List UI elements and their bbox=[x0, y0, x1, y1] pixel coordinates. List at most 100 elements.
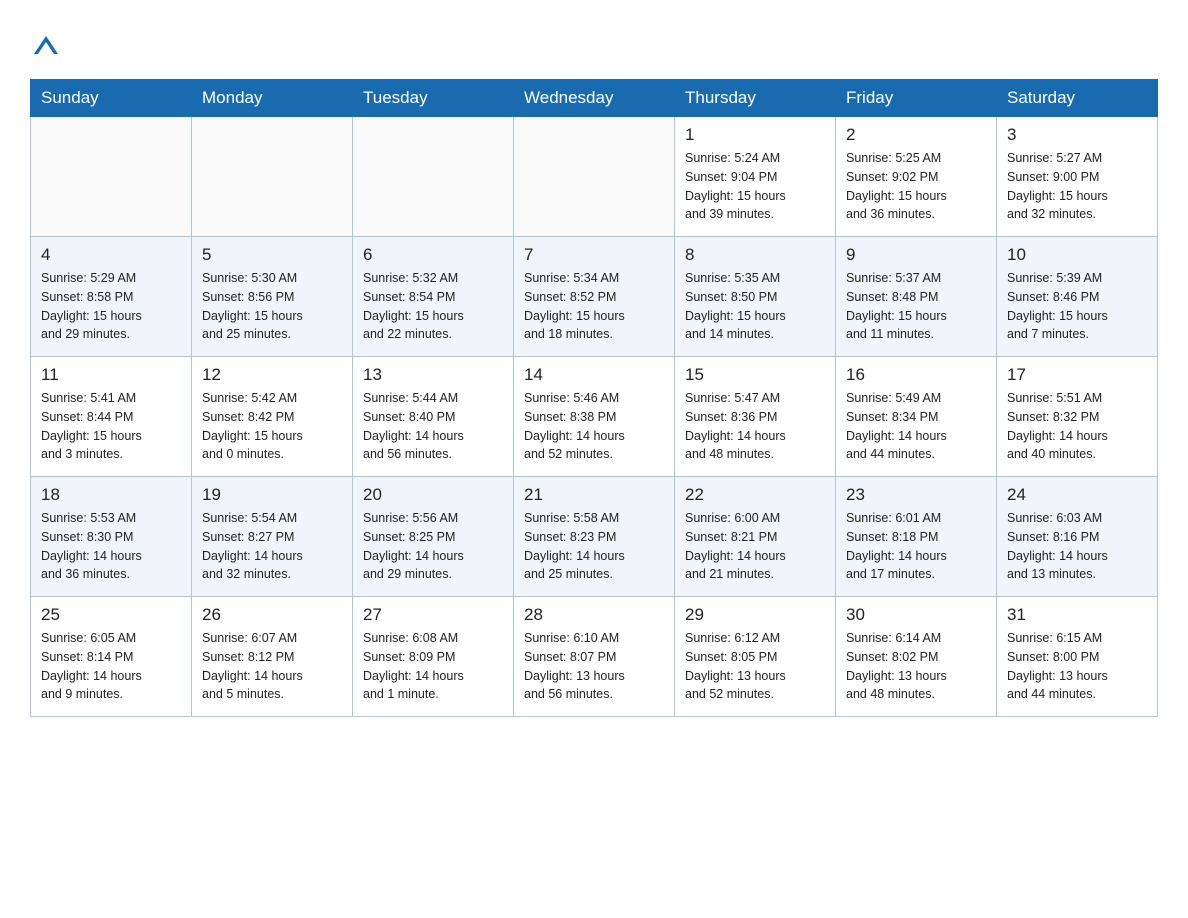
column-header-monday: Monday bbox=[192, 80, 353, 117]
day-number: 7 bbox=[524, 245, 664, 265]
day-number: 18 bbox=[41, 485, 181, 505]
day-number: 22 bbox=[685, 485, 825, 505]
day-info: Sunrise: 6:10 AMSunset: 8:07 PMDaylight:… bbox=[524, 629, 664, 704]
day-info: Sunrise: 6:00 AMSunset: 8:21 PMDaylight:… bbox=[685, 509, 825, 584]
calendar-cell: 20 Sunrise: 5:56 AMSunset: 8:25 PMDayligh… bbox=[353, 477, 514, 597]
calendar-cell: 1 Sunrise: 5:24 AMSunset: 9:04 PMDaylight… bbox=[675, 117, 836, 237]
calendar-cell: 17 Sunrise: 5:51 AMSunset: 8:32 PMDayligh… bbox=[997, 357, 1158, 477]
column-header-tuesday: Tuesday bbox=[353, 80, 514, 117]
day-info: Sunrise: 5:51 AMSunset: 8:32 PMDaylight:… bbox=[1007, 389, 1147, 464]
column-header-friday: Friday bbox=[836, 80, 997, 117]
calendar-cell: 26Sunrise: 6:07 AMSunset: 8:12 PMDayligh… bbox=[192, 597, 353, 717]
day-info: Sunrise: 6:15 AMSunset: 8:00 PMDaylight:… bbox=[1007, 629, 1147, 704]
calendar-cell: 28Sunrise: 6:10 AMSunset: 8:07 PMDayligh… bbox=[514, 597, 675, 717]
calendar-cell: 18Sunrise: 5:53 AMSunset: 8:30 PMDayligh… bbox=[31, 477, 192, 597]
calendar-week-row: 1 Sunrise: 5:24 AMSunset: 9:04 PMDaylight… bbox=[31, 117, 1158, 237]
day-number: 31 bbox=[1007, 605, 1147, 625]
calendar-cell bbox=[192, 117, 353, 237]
day-info: Sunrise: 6:14 AMSunset: 8:02 PMDaylight:… bbox=[846, 629, 986, 704]
calendar-cell: 13Sunrise: 5:44 AMSunset: 8:40 PMDayligh… bbox=[353, 357, 514, 477]
day-info: Sunrise: 5:32 AMSunset: 8:54 PMDaylight:… bbox=[363, 269, 503, 344]
day-info: Sunrise: 6:07 AMSunset: 8:12 PMDaylight:… bbox=[202, 629, 342, 704]
day-number: 2 bbox=[846, 125, 986, 145]
day-info: Sunrise: 6:01 AMSunset: 8:18 PMDaylight:… bbox=[846, 509, 986, 584]
calendar-cell: 11 Sunrise: 5:41 AMSunset: 8:44 PMDayligh… bbox=[31, 357, 192, 477]
calendar-week-row: 11 Sunrise: 5:41 AMSunset: 8:44 PMDayligh… bbox=[31, 357, 1158, 477]
calendar-cell: 29Sunrise: 6:12 AMSunset: 8:05 PMDayligh… bbox=[675, 597, 836, 717]
day-number: 17 bbox=[1007, 365, 1147, 385]
calendar-week-row: 25 Sunrise: 6:05 AMSunset: 8:14 PMDayligh… bbox=[31, 597, 1158, 717]
calendar-cell: 22 Sunrise: 6:00 AMSunset: 8:21 PMDayligh… bbox=[675, 477, 836, 597]
calendar-cell: 8 Sunrise: 5:35 AMSunset: 8:50 PMDaylight… bbox=[675, 237, 836, 357]
day-number: 30 bbox=[846, 605, 986, 625]
day-number: 8 bbox=[685, 245, 825, 265]
calendar-cell: 31 Sunrise: 6:15 AMSunset: 8:00 PMDayligh… bbox=[997, 597, 1158, 717]
day-number: 27 bbox=[363, 605, 503, 625]
day-number: 20 bbox=[363, 485, 503, 505]
day-info: Sunrise: 5:58 AMSunset: 8:23 PMDaylight:… bbox=[524, 509, 664, 584]
day-number: 15 bbox=[685, 365, 825, 385]
day-info: Sunrise: 5:56 AMSunset: 8:25 PMDaylight:… bbox=[363, 509, 503, 584]
calendar-cell: 6 Sunrise: 5:32 AMSunset: 8:54 PMDaylight… bbox=[353, 237, 514, 357]
calendar-cell: 21 Sunrise: 5:58 AMSunset: 8:23 PMDayligh… bbox=[514, 477, 675, 597]
day-info: Sunrise: 5:24 AMSunset: 9:04 PMDaylight:… bbox=[685, 149, 825, 224]
day-number: 29 bbox=[685, 605, 825, 625]
calendar-cell: 30 Sunrise: 6:14 AMSunset: 8:02 PMDayligh… bbox=[836, 597, 997, 717]
day-number: 9 bbox=[846, 245, 986, 265]
day-info: Sunrise: 6:03 AMSunset: 8:16 PMDaylight:… bbox=[1007, 509, 1147, 584]
calendar-cell: 7 Sunrise: 5:34 AMSunset: 8:52 PMDaylight… bbox=[514, 237, 675, 357]
logo bbox=[30, 30, 60, 59]
calendar-cell bbox=[31, 117, 192, 237]
calendar-cell: 5 Sunrise: 5:30 AMSunset: 8:56 PMDaylight… bbox=[192, 237, 353, 357]
day-info: Sunrise: 5:46 AMSunset: 8:38 PMDaylight:… bbox=[524, 389, 664, 464]
day-info: Sunrise: 5:35 AMSunset: 8:50 PMDaylight:… bbox=[685, 269, 825, 344]
day-info: Sunrise: 6:08 AMSunset: 8:09 PMDaylight:… bbox=[363, 629, 503, 704]
day-info: Sunrise: 5:42 AMSunset: 8:42 PMDaylight:… bbox=[202, 389, 342, 464]
column-header-thursday: Thursday bbox=[675, 80, 836, 117]
calendar-week-row: 4Sunrise: 5:29 AMSunset: 8:58 PMDaylight… bbox=[31, 237, 1158, 357]
day-number: 1 bbox=[685, 125, 825, 145]
day-number: 6 bbox=[363, 245, 503, 265]
day-number: 10 bbox=[1007, 245, 1147, 265]
calendar-cell: 12Sunrise: 5:42 AMSunset: 8:42 PMDayligh… bbox=[192, 357, 353, 477]
day-number: 16 bbox=[846, 365, 986, 385]
calendar-cell: 9 Sunrise: 5:37 AMSunset: 8:48 PMDaylight… bbox=[836, 237, 997, 357]
logo-triangle-icon bbox=[32, 32, 60, 58]
day-info: Sunrise: 5:39 AMSunset: 8:46 PMDaylight:… bbox=[1007, 269, 1147, 344]
calendar-cell: 15Sunrise: 5:47 AMSunset: 8:36 PMDayligh… bbox=[675, 357, 836, 477]
day-number: 25 bbox=[41, 605, 181, 625]
calendar-cell: 14Sunrise: 5:46 AMSunset: 8:38 PMDayligh… bbox=[514, 357, 675, 477]
day-info: Sunrise: 5:25 AMSunset: 9:02 PMDaylight:… bbox=[846, 149, 986, 224]
day-info: Sunrise: 5:37 AMSunset: 8:48 PMDaylight:… bbox=[846, 269, 986, 344]
day-number: 5 bbox=[202, 245, 342, 265]
calendar-cell bbox=[514, 117, 675, 237]
day-number: 11 bbox=[41, 365, 181, 385]
day-info: Sunrise: 5:41 AMSunset: 8:44 PMDaylight:… bbox=[41, 389, 181, 464]
day-info: Sunrise: 5:34 AMSunset: 8:52 PMDaylight:… bbox=[524, 269, 664, 344]
calendar-cell: 4Sunrise: 5:29 AMSunset: 8:58 PMDaylight… bbox=[31, 237, 192, 357]
day-number: 3 bbox=[1007, 125, 1147, 145]
day-info: Sunrise: 5:30 AMSunset: 8:56 PMDaylight:… bbox=[202, 269, 342, 344]
calendar-cell: 2 Sunrise: 5:25 AMSunset: 9:02 PMDaylight… bbox=[836, 117, 997, 237]
day-number: 19 bbox=[202, 485, 342, 505]
column-header-wednesday: Wednesday bbox=[514, 80, 675, 117]
column-header-sunday: Sunday bbox=[31, 80, 192, 117]
day-info: Sunrise: 5:29 AMSunset: 8:58 PMDaylight:… bbox=[41, 269, 181, 344]
day-info: Sunrise: 5:54 AMSunset: 8:27 PMDaylight:… bbox=[202, 509, 342, 584]
calendar-cell: 27 Sunrise: 6:08 AMSunset: 8:09 PMDayligh… bbox=[353, 597, 514, 717]
day-info: Sunrise: 6:05 AMSunset: 8:14 PMDaylight:… bbox=[41, 629, 181, 704]
day-number: 24 bbox=[1007, 485, 1147, 505]
day-info: Sunrise: 5:49 AMSunset: 8:34 PMDaylight:… bbox=[846, 389, 986, 464]
calendar-cell: 24 Sunrise: 6:03 AMSunset: 8:16 PMDayligh… bbox=[997, 477, 1158, 597]
day-info: Sunrise: 5:27 AMSunset: 9:00 PMDaylight:… bbox=[1007, 149, 1147, 224]
calendar-cell: 23 Sunrise: 6:01 AMSunset: 8:18 PMDayligh… bbox=[836, 477, 997, 597]
column-header-saturday: Saturday bbox=[997, 80, 1158, 117]
day-number: 21 bbox=[524, 485, 664, 505]
calendar-header-row: SundayMondayTuesdayWednesdayThursdayFrid… bbox=[31, 80, 1158, 117]
calendar-week-row: 18Sunrise: 5:53 AMSunset: 8:30 PMDayligh… bbox=[31, 477, 1158, 597]
calendar-cell: 16 Sunrise: 5:49 AMSunset: 8:34 PMDayligh… bbox=[836, 357, 997, 477]
calendar-cell: 10 Sunrise: 5:39 AMSunset: 8:46 PMDayligh… bbox=[997, 237, 1158, 357]
day-number: 23 bbox=[846, 485, 986, 505]
calendar-cell: 3 Sunrise: 5:27 AMSunset: 9:00 PMDaylight… bbox=[997, 117, 1158, 237]
day-number: 13 bbox=[363, 365, 503, 385]
